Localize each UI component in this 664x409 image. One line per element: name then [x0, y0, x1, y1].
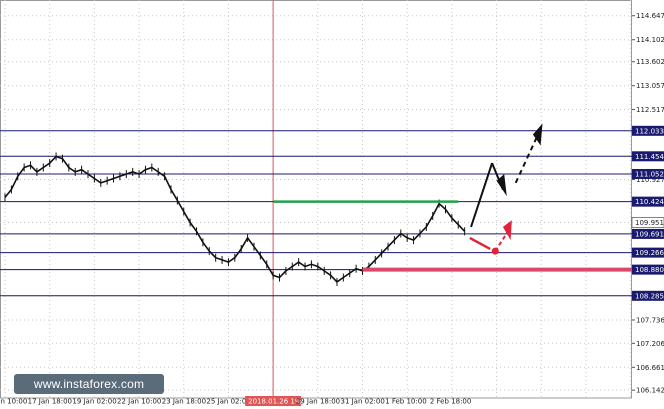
y-tick-label: 113.057: [636, 82, 664, 90]
y-tick-label: 106.142: [636, 387, 664, 395]
x-tick-label: 2 Feb 18:00: [430, 398, 471, 406]
x-tick-label: 16 Jan 10:00: [0, 398, 27, 406]
y-tick-label: 114.647: [636, 12, 664, 20]
y-tick-label: 113.602: [636, 58, 664, 66]
level-label: 111.454: [635, 153, 664, 161]
level-label: 111.052: [635, 170, 664, 178]
level-label: 108.880: [635, 266, 664, 274]
level-label: 109.266: [635, 249, 664, 257]
x-tick-label: 25 Jan 02:00: [206, 398, 250, 406]
price-chart: 114.647 114.102 113.602 113.057 112.517 112.0…: [0, 0, 664, 406]
x-tick-label: 22 Jan 10:00: [117, 398, 161, 406]
x-tick-label: 17 Jan 18:00: [28, 398, 72, 406]
watermark-text: www.instaforex.com: [33, 377, 145, 391]
y-tick-label: 107.736: [636, 316, 664, 324]
y-tick-label: 106.661: [636, 364, 664, 372]
level-label: 108.285: [635, 292, 664, 300]
watermark-logo: www.instaforex.com: [14, 374, 164, 394]
level-label: 110.424: [635, 198, 664, 206]
y-tick-label: 114.102: [636, 36, 664, 44]
current-price-label: 109.951: [635, 219, 664, 227]
y-tick-label: 112.517: [636, 106, 664, 114]
y-tick-label: 107.206: [636, 340, 664, 348]
level-label: 109.691: [635, 230, 664, 238]
level-label: 112.033: [635, 127, 664, 135]
x-tick-label: 1 Feb 10:00: [385, 398, 426, 406]
x-tick-label: 19 Jan 02:00: [72, 398, 116, 406]
x-tick-label: 23 Jan 18:00: [162, 398, 206, 406]
x-tick-label: 29 Jan 18:00: [296, 398, 340, 406]
x-tick-label: 31 Jan 02:00: [340, 398, 384, 406]
plot-area: [0, 0, 632, 399]
